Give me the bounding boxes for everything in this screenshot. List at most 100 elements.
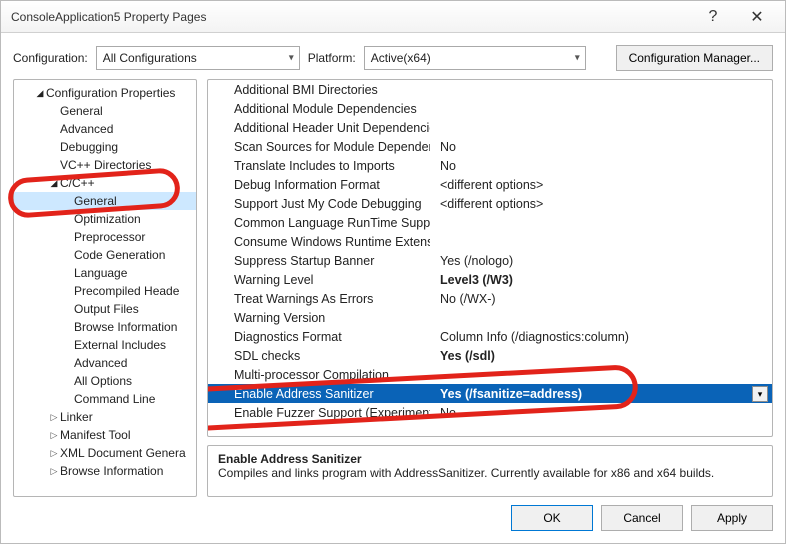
platform-value: Active(x64) xyxy=(371,51,431,65)
tree-item-ccpp-preprocessor[interactable]: Preprocessor xyxy=(14,228,196,246)
platform-label: Platform: xyxy=(308,51,356,65)
grid-row-label: Warning Level xyxy=(208,270,430,289)
grid-row[interactable]: Warning LevelLevel3 (/W3) xyxy=(208,270,772,289)
nav-tree: ◢Configuration PropertiesGeneralAdvanced… xyxy=(13,79,197,497)
grid-row-label: Enable Address Sanitizer xyxy=(208,384,430,403)
configuration-manager-button[interactable]: Configuration Manager... xyxy=(616,45,773,71)
grid-row[interactable]: Enable Address SanitizerYes (/fsanitize=… xyxy=(208,384,772,403)
grid-row[interactable]: Additional Module Dependencies xyxy=(208,99,772,118)
grid-row-label: Scan Sources for Module Dependencies xyxy=(208,137,430,156)
tree-item-ccpp-command-line[interactable]: Command Line xyxy=(14,390,196,408)
grid-row[interactable]: Additional BMI Directories xyxy=(208,80,772,99)
grid-row-value: <different options> xyxy=(430,175,772,194)
chevron-down-icon: ▾ xyxy=(575,53,580,64)
grid-row-value: Yes (/sdl) xyxy=(430,346,772,365)
tree-item-ccpp-output-files[interactable]: Output Files xyxy=(14,300,196,318)
grid-row[interactable]: Multi-processor Compilation xyxy=(208,365,772,384)
grid-row-value xyxy=(430,99,772,118)
tree-item-advanced[interactable]: Advanced xyxy=(14,120,196,138)
platform-dropdown[interactable]: Active(x64) ▾ xyxy=(364,46,586,70)
tree-expand-icon: ◢ xyxy=(34,88,46,99)
grid-row-value xyxy=(430,80,772,99)
tree-root[interactable]: ◢Configuration Properties xyxy=(14,84,196,102)
grid-row-value: Level3 (/W3) xyxy=(430,270,772,289)
tree-item-ccpp-optimization[interactable]: Optimization xyxy=(14,210,196,228)
tree-item-ccpp-general[interactable]: General xyxy=(14,192,196,210)
tree-expand-icon: ▷ xyxy=(48,412,60,423)
close-button[interactable]: ✕ xyxy=(735,2,779,32)
configuration-value: All Configurations xyxy=(103,51,197,65)
grid-row-label: Additional Header Unit Dependencies xyxy=(208,118,430,137)
tree-item-ccpp-precompiled-heade[interactable]: Precompiled Heade xyxy=(14,282,196,300)
grid-row[interactable]: Scan Sources for Module DependenciesNo xyxy=(208,137,772,156)
grid-row-value xyxy=(430,232,772,251)
property-description: Enable Address Sanitizer Compiles and li… xyxy=(207,445,773,497)
grid-row[interactable]: Diagnostics FormatColumn Info (/diagnost… xyxy=(208,327,772,346)
titlebar: ConsoleApplication5 Property Pages ? ✕ xyxy=(1,1,785,33)
grid-row-label: Common Language RunTime Support xyxy=(208,213,430,232)
grid-row-value: No xyxy=(430,137,772,156)
apply-button[interactable]: Apply xyxy=(691,505,773,531)
tree-item-manifest-tool[interactable]: ▷Manifest Tool xyxy=(14,426,196,444)
grid-row-label: Suppress Startup Banner xyxy=(208,251,430,270)
ok-button[interactable]: OK xyxy=(511,505,593,531)
tree-expand-icon: ▷ xyxy=(48,430,60,441)
configuration-label: Configuration: xyxy=(13,51,88,65)
grid-row-label: Debug Information Format xyxy=(208,175,430,194)
grid-row-value xyxy=(430,308,772,327)
tree-item-ccpp-browse-information[interactable]: Browse Information xyxy=(14,318,196,336)
property-grid: Additional BMI DirectoriesAdditional Mod… xyxy=(207,79,773,437)
grid-row-label: Enable Fuzzer Support (Experimental) xyxy=(208,403,430,422)
tree-expand-icon: ▷ xyxy=(48,448,60,459)
grid-row-value xyxy=(430,365,772,384)
grid-row[interactable]: Enable Fuzzer Support (Experimental)No xyxy=(208,403,772,422)
grid-row[interactable]: Support Just My Code Debugging<different… xyxy=(208,194,772,213)
property-pages-window: ConsoleApplication5 Property Pages ? ✕ C… xyxy=(0,0,786,544)
tree-item-xml-document-genera[interactable]: ▷XML Document Genera xyxy=(14,444,196,462)
tree-item-ccpp[interactable]: ◢C/C++ xyxy=(14,174,196,192)
grid-row[interactable]: Warning Version xyxy=(208,308,772,327)
grid-row-label: Additional BMI Directories xyxy=(208,80,430,99)
grid-row-label: Additional Module Dependencies xyxy=(208,99,430,118)
grid-row-value: No xyxy=(430,156,772,175)
grid-row-label: Warning Version xyxy=(208,308,430,327)
tree-item-general[interactable]: General xyxy=(14,102,196,120)
grid-row-value: Yes (/fsanitize=address) xyxy=(430,384,772,403)
tree-item-ccpp-advanced[interactable]: Advanced xyxy=(14,354,196,372)
description-title: Enable Address Sanitizer xyxy=(218,452,762,466)
grid-row-dropdown-button[interactable]: ▾ xyxy=(752,386,768,402)
chevron-down-icon: ▾ xyxy=(289,53,294,64)
top-row: Configuration: All Configurations ▾ Plat… xyxy=(1,33,785,79)
tree-expand-icon: ◢ xyxy=(48,178,60,189)
grid-row[interactable]: SDL checksYes (/sdl) xyxy=(208,346,772,365)
grid-row-value: Column Info (/diagnostics:column) xyxy=(430,327,772,346)
tree-item-ccpp-external-includes[interactable]: External Includes xyxy=(14,336,196,354)
help-button[interactable]: ? xyxy=(691,2,735,32)
grid-row[interactable]: Common Language RunTime Support xyxy=(208,213,772,232)
grid-row-label: Translate Includes to Imports xyxy=(208,156,430,175)
tree-item-debugging[interactable]: Debugging xyxy=(14,138,196,156)
tree-item-ccpp-language[interactable]: Language xyxy=(14,264,196,282)
grid-row-label: Diagnostics Format xyxy=(208,327,430,346)
tree-item-vc-directories[interactable]: VC++ Directories xyxy=(14,156,196,174)
grid-row-label: Treat Warnings As Errors xyxy=(208,289,430,308)
grid-row-value: <different options> xyxy=(430,194,772,213)
grid-row[interactable]: Suppress Startup BannerYes (/nologo) xyxy=(208,251,772,270)
grid-row-value: No (/WX-) xyxy=(430,289,772,308)
grid-row-label: Multi-processor Compilation xyxy=(208,365,430,384)
grid-row[interactable]: Treat Warnings As ErrorsNo (/WX-) xyxy=(208,289,772,308)
grid-row[interactable]: Debug Information Format<different optio… xyxy=(208,175,772,194)
grid-row[interactable]: Consume Windows Runtime Extension xyxy=(208,232,772,251)
grid-row[interactable]: Additional Header Unit Dependencies xyxy=(208,118,772,137)
grid-row-value xyxy=(430,213,772,232)
tree-item-ccpp-code-generation[interactable]: Code Generation xyxy=(14,246,196,264)
grid-row-value: No xyxy=(430,403,772,422)
cancel-button[interactable]: Cancel xyxy=(601,505,683,531)
tree-item-browse-information[interactable]: ▷Browse Information xyxy=(14,462,196,480)
configuration-dropdown[interactable]: All Configurations ▾ xyxy=(96,46,300,70)
tree-expand-icon: ▷ xyxy=(48,466,60,477)
tree-item-ccpp-all-options[interactable]: All Options xyxy=(14,372,196,390)
tree-item-linker[interactable]: ▷Linker xyxy=(14,408,196,426)
grid-row-value: Yes (/nologo) xyxy=(430,251,772,270)
grid-row[interactable]: Translate Includes to ImportsNo xyxy=(208,156,772,175)
